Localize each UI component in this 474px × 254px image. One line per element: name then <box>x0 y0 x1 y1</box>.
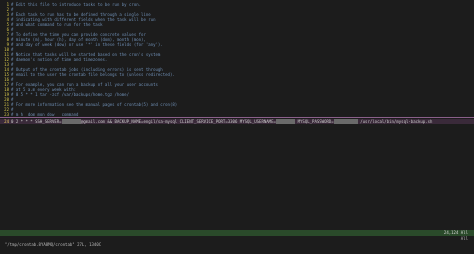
line-number: 24 <box>4 119 9 124</box>
cron-job-text: 0 2 * * * SSH_SERVER=xxxxxxxx@gmail.com … <box>11 119 474 124</box>
command-position: All <box>460 236 468 241</box>
redacted-email: xxxxxxxx <box>61 119 81 124</box>
cron-password-label: MYSQL_PASSWORD= <box>295 119 334 124</box>
cron-env-text: @gmail.com && BACKUP_NAME=engil/sa-mysql… <box>80 119 276 124</box>
cron-command-text: /usr/local/bin/mysql-backup.sh <box>357 119 433 124</box>
cron-job-line[interactable]: 24 0 2 * * * SSH_SERVER=xxxxxxxx@gmail.c… <box>0 119 474 124</box>
vim-editor[interactable]: 1 # Edit this file to introduce tasks to … <box>0 0 474 230</box>
cursorline-separator <box>0 117 474 118</box>
command-message: "/tmp/crontab.8YA8MQ/crontab" 27L, 1340C <box>4 242 102 247</box>
command-line[interactable]: "/tmp/crontab.8YA8MQ/crontab" 27L, 1340C… <box>0 236 474 247</box>
redacted-username: xxxxxxxx <box>275 119 296 124</box>
cron-schedule-text: 0 2 * * * SSH_SERVER= <box>11 119 62 124</box>
redacted-password: xxxxxxxxxx <box>333 119 358 124</box>
